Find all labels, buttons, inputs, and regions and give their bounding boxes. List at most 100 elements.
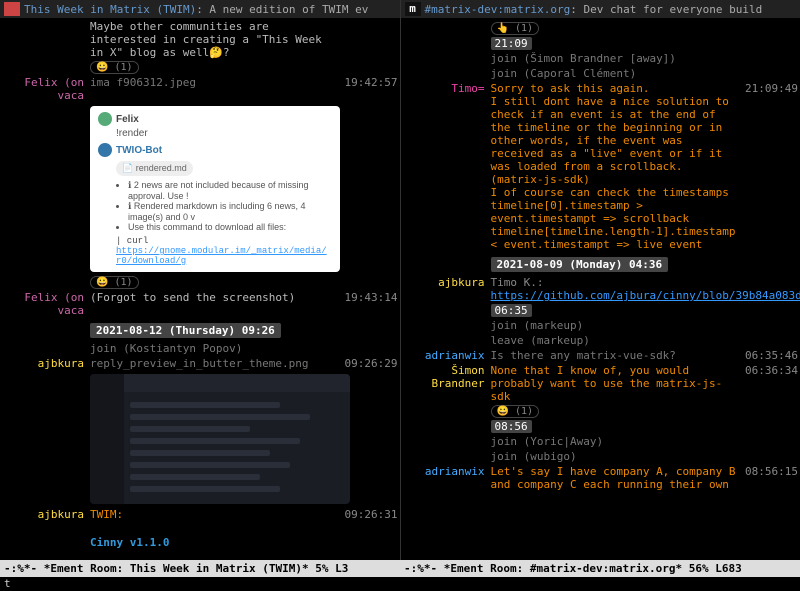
avatar-icon xyxy=(98,112,112,126)
left-topic-bar: This Week in Matrix (TWIM) : A new editi… xyxy=(0,0,400,18)
message-line: I of course can check the timestamps xyxy=(491,186,729,199)
leave-event: leave (markeup) xyxy=(491,334,799,347)
date-divider: 2021-08-09 (Monday) 04:36 xyxy=(491,257,669,272)
sender: adrianwix xyxy=(403,465,491,491)
join-row: join (wubigo) xyxy=(403,450,799,463)
timestamp: 21:09:49 xyxy=(738,82,798,251)
reaction-row: 👆 (1) xyxy=(403,20,799,35)
room-topic: : Dev chat for everyone build xyxy=(570,3,762,16)
timestamp: 09:26:31 xyxy=(338,508,398,521)
join-row: join (Kostiantyn Popov) xyxy=(2,342,398,355)
screenshot-embed[interactable] xyxy=(90,374,350,504)
file-chip[interactable]: 📄 rendered.md xyxy=(116,161,193,176)
time-badge: 21:09 xyxy=(491,37,532,50)
join-event: join (Yoric|Away) xyxy=(491,435,799,448)
reaction[interactable]: 😀 (1) xyxy=(491,405,540,418)
minibuffer[interactable]: t xyxy=(0,577,800,591)
avatar-icon xyxy=(98,143,112,157)
message-line: Sorry to ask this again. xyxy=(491,82,650,95)
room-topic: : A new edition of TWIM ev xyxy=(196,3,368,16)
time-badge: 08:56 xyxy=(491,420,532,433)
embed-row: Felix !render TWIO-Bot 📄 rendered.md ℹ 2… xyxy=(2,104,398,289)
timestamp: 06:35:46 xyxy=(738,349,798,362)
message-row: ajbkura TWIM: 09:26:31 xyxy=(2,508,398,521)
sender: Timo= xyxy=(403,82,491,251)
message-line: timeline[0].timestamp > event.timestampt… xyxy=(491,199,690,225)
room-name: #matrix-dev:matrix.org xyxy=(425,3,571,16)
right-messages[interactable]: 👆 (1) 21:09 join (Šimon Brandner [away])… xyxy=(401,18,800,560)
sender: Šimon Brandner xyxy=(403,364,491,418)
embed-sender: Felix xyxy=(116,114,139,125)
message-row: ajbkura reply_preview_in_butter_theme.pn… xyxy=(2,357,398,370)
image-embed[interactable]: Felix !render TWIO-Bot 📄 rendered.md ℹ 2… xyxy=(90,106,340,272)
join-event: join (Šimon Brandner [away]) xyxy=(491,52,799,65)
join-event: join (markeup) xyxy=(491,319,799,332)
message-row: Maybe other communities are interested i… xyxy=(2,20,398,74)
link[interactable]: https://gnome.modular.im/_matrix/media/r… xyxy=(116,246,327,266)
join-row: join (Yoric|Away) xyxy=(403,435,799,448)
message-body: None that I know of, you would probably … xyxy=(491,364,739,418)
join-row: join (markeup) xyxy=(403,319,799,332)
message-body: reply_preview_in_butter_theme.png xyxy=(90,357,338,370)
heading: Cinny v1.1.0 xyxy=(90,536,338,549)
message-text: None that I know of, you would probably … xyxy=(491,364,723,403)
modeline: -:%*- *Ement Room: This Week in Matrix (… xyxy=(0,560,800,577)
join-row: join (Caporal Clément) xyxy=(403,67,799,80)
timestamp: 09:26:29 xyxy=(338,357,398,370)
room-icon: m xyxy=(405,2,421,16)
message-body: Is there any matrix-vue-sdk? xyxy=(491,349,739,362)
message-body: TWIM: xyxy=(90,508,338,521)
timestamp: 08:56:15 xyxy=(738,465,798,491)
message-row: Felix (on vaca (Forgot to send the scree… xyxy=(2,291,398,317)
sender: ajbkura xyxy=(2,508,90,521)
join-event: join (Caporal Clément) xyxy=(491,67,799,80)
room-icon xyxy=(4,2,20,16)
embed-sender: TWIO-Bot xyxy=(116,145,162,156)
message-row: Šimon Brandner None that I know of, you … xyxy=(403,364,799,418)
join-event: join (Kostiantyn Popov) xyxy=(90,342,338,355)
sender: ajbkura xyxy=(2,357,90,370)
timestamp: 06:36:34 xyxy=(738,364,798,418)
reaction[interactable]: 😀 (1) xyxy=(90,276,139,289)
modeline-left: -:%*- *Ement Room: This Week in Matrix (… xyxy=(0,562,400,575)
message-row: Cinny v1.1.0 It has been almost two week… xyxy=(2,523,398,560)
message-body: Sorry to ask this again. I still dont ha… xyxy=(491,82,739,251)
modeline-right: -:%*- *Ement Room: #matrix-dev:matrix.or… xyxy=(400,562,800,575)
reaction[interactable]: 😀 (1) xyxy=(90,61,139,74)
right-topic-bar: m #matrix-dev:matrix.org : Dev chat for … xyxy=(401,0,800,18)
message-row: Felix (on vaca ima f906312.jpeg 19:42:57 xyxy=(2,76,398,102)
message-line: (matrix-js-sdk) xyxy=(491,173,590,186)
timestamp xyxy=(338,20,398,74)
join-event: join (wubigo) xyxy=(491,450,799,463)
message-text: Maybe other communities are interested i… xyxy=(90,20,322,59)
timestamp: 19:43:14 xyxy=(338,291,398,317)
message-row: adrianwix Let's say I have company A, co… xyxy=(403,465,799,491)
link[interactable]: https://github.com/ajbura/cinny/blob/39b… xyxy=(491,289,800,302)
date-divider: 2021-08-12 (Thursday) 09:26 xyxy=(90,323,281,338)
left-pane: This Week in Matrix (TWIM) : A new editi… xyxy=(0,0,401,560)
right-pane: m #matrix-dev:matrix.org : Dev chat for … xyxy=(401,0,800,560)
reply-label: Timo K.: xyxy=(491,276,544,289)
time-badge: 06:35 xyxy=(491,304,532,317)
list-item: ℹ Rendered markdown is including 6 news,… xyxy=(128,201,332,222)
list-item: Use this command to download all files: xyxy=(128,222,332,232)
message-body: Timo K.: https://github.com/ajbura/cinny… xyxy=(491,276,800,302)
message-line: timeline[timeline.length-1].timestamp < … xyxy=(491,225,736,251)
leave-row: leave (markeup) xyxy=(403,334,799,347)
embed-text: !render xyxy=(116,128,332,139)
list-item: ℹ 2 news are not included because of mis… xyxy=(128,180,332,201)
message-body: ima f906312.jpeg xyxy=(90,76,338,102)
left-messages[interactable]: Maybe other communities are interested i… xyxy=(0,18,400,560)
message-body: (Forgot to send the screenshot) xyxy=(90,291,338,317)
message-body: Maybe other communities are interested i… xyxy=(90,20,338,74)
embed-list: ℹ 2 news are not included because of mis… xyxy=(128,180,332,232)
time-row: 21:09 xyxy=(403,37,799,50)
sender: Felix (on vaca xyxy=(2,291,90,317)
sender: ajbkura xyxy=(403,276,491,302)
timestamp: 19:42:57 xyxy=(338,76,398,102)
message-row: ajbkura Timo K.: https://github.com/ajbu… xyxy=(403,276,799,302)
sender: Felix (on vaca xyxy=(2,76,90,102)
embed-code: | curl https://gnome.modular.im/_matrix/… xyxy=(116,236,332,266)
reaction[interactable]: 👆 (1) xyxy=(491,22,540,35)
sender: adrianwix xyxy=(403,349,491,362)
